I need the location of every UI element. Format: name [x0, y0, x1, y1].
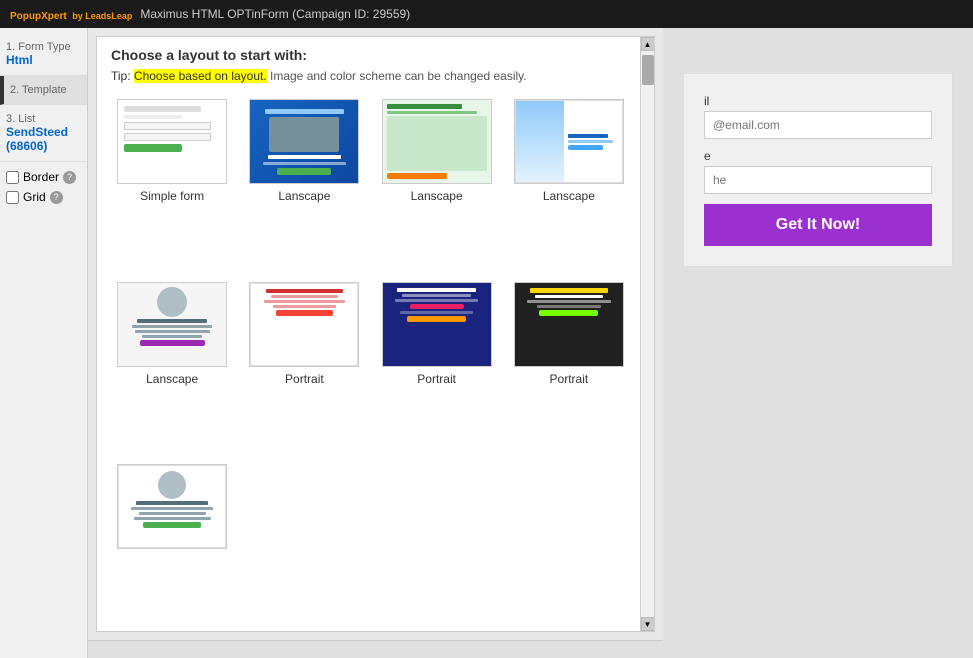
border-help-icon[interactable]: ?: [63, 171, 76, 184]
layout-thumb-landscape2: [382, 99, 492, 184]
layout-item-landscape4[interactable]: Lanscape: [111, 282, 233, 455]
layout-item-simple-form[interactable]: Simple form: [111, 99, 233, 272]
layout-label-landscape4: Lanscape: [146, 372, 198, 386]
sidebar-item-list[interactable]: 3. List SendSteed (68606): [0, 105, 87, 162]
panel-scrollbar[interactable]: ▲ ▼: [640, 37, 654, 631]
layout-thumb-last: [117, 464, 227, 549]
layout-item-landscape2[interactable]: Lanscape: [376, 99, 498, 272]
grid-checkbox-row: Grid ?: [6, 190, 81, 204]
scroll-down-arrow[interactable]: ▼: [641, 617, 655, 631]
layout-item-landscape3[interactable]: Lanscape: [508, 99, 630, 272]
layout-item-landscape1[interactable]: Lanscape: [243, 99, 365, 272]
step2-label: 2. Template: [10, 84, 81, 96]
layout-label-portrait2: Portrait: [417, 372, 456, 386]
layout-panel-heading: Choose a layout to start with:: [97, 37, 654, 67]
step3-sub: (68606): [6, 139, 81, 153]
grid-label: Grid: [23, 190, 46, 204]
layout-thumb-simple: [117, 99, 227, 184]
scroll-up-arrow[interactable]: ▲: [641, 37, 655, 51]
layout-thumb-landscape1: [249, 99, 359, 184]
border-checkbox-row: Border ?: [6, 170, 81, 184]
scroll-thumb[interactable]: [642, 55, 654, 85]
name-field-label: e: [704, 149, 932, 163]
layout-thumb-portrait2: [382, 282, 492, 367]
preview-name-field: e: [704, 149, 932, 194]
name-input[interactable]: [704, 166, 932, 194]
layout-label-landscape2: Lanscape: [411, 189, 463, 203]
step1-value: Html: [6, 53, 81, 67]
grid-checkbox[interactable]: [6, 191, 19, 204]
step3-value: SendSteed: [6, 125, 81, 139]
layout-item-portrait1[interactable]: Portrait: [243, 282, 365, 455]
sidebar-item-form-type[interactable]: 1. Form Type Html: [0, 33, 87, 76]
tip-highlight: Choose based on layout.: [134, 69, 267, 83]
layout-panel: Choose a layout to start with: Tip: Choo…: [96, 36, 655, 632]
sidebar-checkboxes: Border ? Grid ?: [0, 162, 87, 212]
layout-thumb-landscape3: [514, 99, 624, 184]
sidebar-item-template[interactable]: 2. Template: [0, 76, 87, 105]
email-field-label: il: [704, 94, 932, 108]
layout-label-portrait3: Portrait: [550, 372, 589, 386]
border-label: Border: [23, 170, 59, 184]
preview-email-field: il: [704, 94, 932, 139]
grid-help-icon[interactable]: ?: [50, 191, 63, 204]
layout-label-landscape3: Lanscape: [543, 189, 595, 203]
layout-label-landscape1: Lanscape: [278, 189, 330, 203]
sidebar: 1. Form Type Html 2. Template 3. List Se…: [0, 28, 88, 658]
border-checkbox[interactable]: [6, 171, 19, 184]
layout-label-simple: Simple form: [140, 189, 204, 203]
bottom-bar: [88, 640, 663, 658]
layout-panel-tip: Tip: Choose based on layout. Image and c…: [97, 67, 654, 91]
layout-thumb-portrait1: [249, 282, 359, 367]
tip-rest: Image and color scheme can be changed ea…: [267, 69, 527, 83]
layout-thumb-landscape4: [117, 282, 227, 367]
step3-label: 3. List: [6, 113, 81, 125]
campaign-title: Maximus HTML OPTinForm (Campaign ID: 295…: [140, 7, 410, 21]
layout-item-portrait3[interactable]: Portrait: [508, 282, 630, 455]
layout-label-portrait1: Portrait: [285, 372, 324, 386]
layout-grid: Simple form Lanscape: [97, 91, 654, 631]
preview-form: il e Get It Now!: [683, 73, 953, 267]
brand-sub: by LeadsLeap: [72, 11, 132, 21]
step1-label: 1. Form Type: [6, 41, 81, 53]
layout-item-portrait2[interactable]: Portrait: [376, 282, 498, 455]
brand-logo: PopupXpert by LeadsLeap: [10, 7, 132, 22]
content-area: Choose a layout to start with: Tip: Choo…: [88, 28, 663, 658]
layout-item-last[interactable]: [111, 464, 233, 623]
submit-button[interactable]: Get It Now!: [704, 204, 932, 246]
brand-name: PopupXpert: [10, 11, 67, 22]
main-layout: 1. Form Type Html 2. Template 3. List Se…: [0, 28, 973, 658]
layout-thumb-portrait3: [514, 282, 624, 367]
top-bar: PopupXpert by LeadsLeap Maximus HTML OPT…: [0, 0, 973, 28]
preview-panel: il e Get It Now!: [663, 28, 973, 658]
email-input[interactable]: [704, 111, 932, 139]
